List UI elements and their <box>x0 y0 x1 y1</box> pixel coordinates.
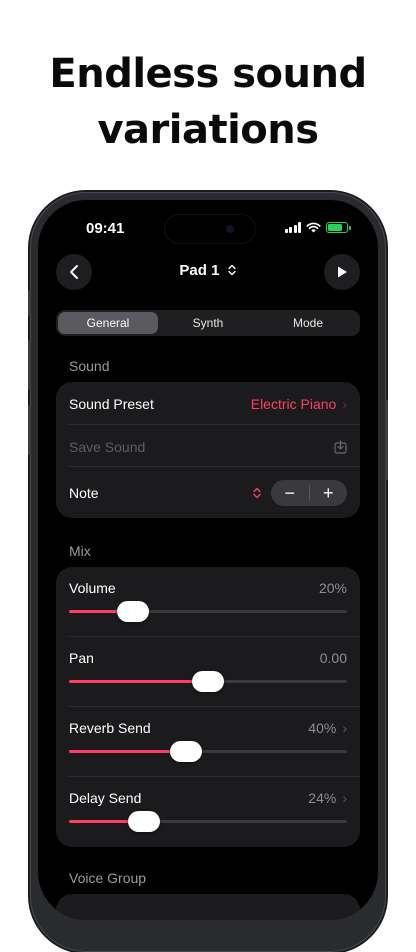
tab-general[interactable]: General <box>58 312 158 334</box>
chevron-up-down-icon <box>227 264 236 276</box>
phone-volume-down <box>28 405 31 455</box>
reverb-send-value: 40% › <box>308 720 347 736</box>
sound-card: Sound Preset Electric Piano › Save Sound … <box>56 382 360 518</box>
sound-preset-row[interactable]: Sound Preset Electric Piano › <box>69 396 347 412</box>
camera-dot <box>226 225 234 233</box>
reverb-send-value-text: 40% <box>308 720 337 736</box>
cellular-signal-icon <box>284 222 301 233</box>
reverb-send-slider-fill <box>69 750 186 753</box>
sound-section-label: Sound <box>69 358 110 374</box>
voice-group-card <box>56 894 360 920</box>
reverb-send-label: Reverb Send <box>69 720 151 736</box>
pan-label: Pan <box>69 650 94 666</box>
status-icons <box>284 222 351 233</box>
save-icon <box>334 440 347 454</box>
battery-icon <box>326 222 351 233</box>
note-chevron-up-down-icon[interactable] <box>252 487 262 499</box>
delay-send-slider[interactable] <box>69 811 347 832</box>
delay-send-row[interactable]: Delay Send 24% › <box>56 777 360 847</box>
pan-value: 0.00 <box>320 650 347 666</box>
volume-slider[interactable] <box>69 601 347 622</box>
phone-mute-switch <box>28 290 31 316</box>
status-time: 09:41 <box>86 220 125 237</box>
delay-send-value-text: 24% <box>308 790 337 806</box>
chevron-right-icon: › <box>342 396 347 412</box>
volume-label: Volume <box>69 580 116 596</box>
note-decrement-button[interactable]: − <box>271 480 309 506</box>
note-label: Note <box>69 485 99 501</box>
play-button[interactable] <box>324 254 360 290</box>
pan-slider[interactable] <box>69 671 347 692</box>
app-screen: 09:41 Pad 1 General Synth Mode Sound Sou… <box>38 200 378 920</box>
pan-value-text: 0.00 <box>319 650 347 666</box>
play-icon <box>338 266 347 278</box>
divider <box>69 424 360 425</box>
sound-preset-label: Sound Preset <box>69 396 154 412</box>
note-stepper: − + <box>271 480 347 506</box>
volume-value-text: 20% <box>318 580 347 596</box>
delay-send-label: Delay Send <box>69 790 142 806</box>
mix-card: Volume 20% Pan 0.00 Reverb Send 40% › De… <box>56 567 360 847</box>
tab-bar: General Synth Mode <box>56 310 360 336</box>
reverb-send-row[interactable]: Reverb Send 40% › <box>56 707 360 777</box>
save-sound-row[interactable]: Save Sound <box>69 439 347 455</box>
voice-group-section-label: Voice Group <box>69 870 147 886</box>
delay-send-value: 24% › <box>308 790 347 806</box>
sound-preset-value: Electric Piano <box>250 396 337 412</box>
delay-send-slider-knob[interactable] <box>128 811 161 832</box>
volume-slider-knob[interactable] <box>116 601 149 622</box>
volume-row: Volume 20% <box>56 567 360 637</box>
volume-value: 20% <box>319 580 347 596</box>
save-sound-label: Save Sound <box>69 439 146 455</box>
wifi-icon <box>306 222 321 233</box>
tab-synth[interactable]: Synth <box>158 312 258 334</box>
mix-section-label: Mix <box>69 543 91 559</box>
dynamic-island <box>164 214 256 244</box>
note-increment-button[interactable]: + <box>310 480 348 506</box>
phone-volume-up <box>28 340 31 390</box>
reverb-send-slider-knob[interactable] <box>169 741 202 762</box>
phone-power-button <box>385 400 388 480</box>
tab-mode[interactable]: Mode <box>258 312 358 334</box>
pad-title: Pad 1 <box>179 262 220 279</box>
pan-slider-knob[interactable] <box>192 671 224 692</box>
headline-line-1: Endless sound <box>49 51 367 97</box>
pan-slider-fill <box>69 680 208 683</box>
pan-row: Pan 0.00 <box>56 637 360 707</box>
sound-preset-value-group: Electric Piano › <box>251 396 347 412</box>
headline-line-2: variations <box>97 107 319 153</box>
chevron-right-icon: › <box>342 790 347 806</box>
chevron-right-icon: › <box>342 720 347 736</box>
headline: Endless sound variations <box>0 46 416 158</box>
reverb-send-slider[interactable] <box>69 741 347 762</box>
divider <box>69 466 360 467</box>
